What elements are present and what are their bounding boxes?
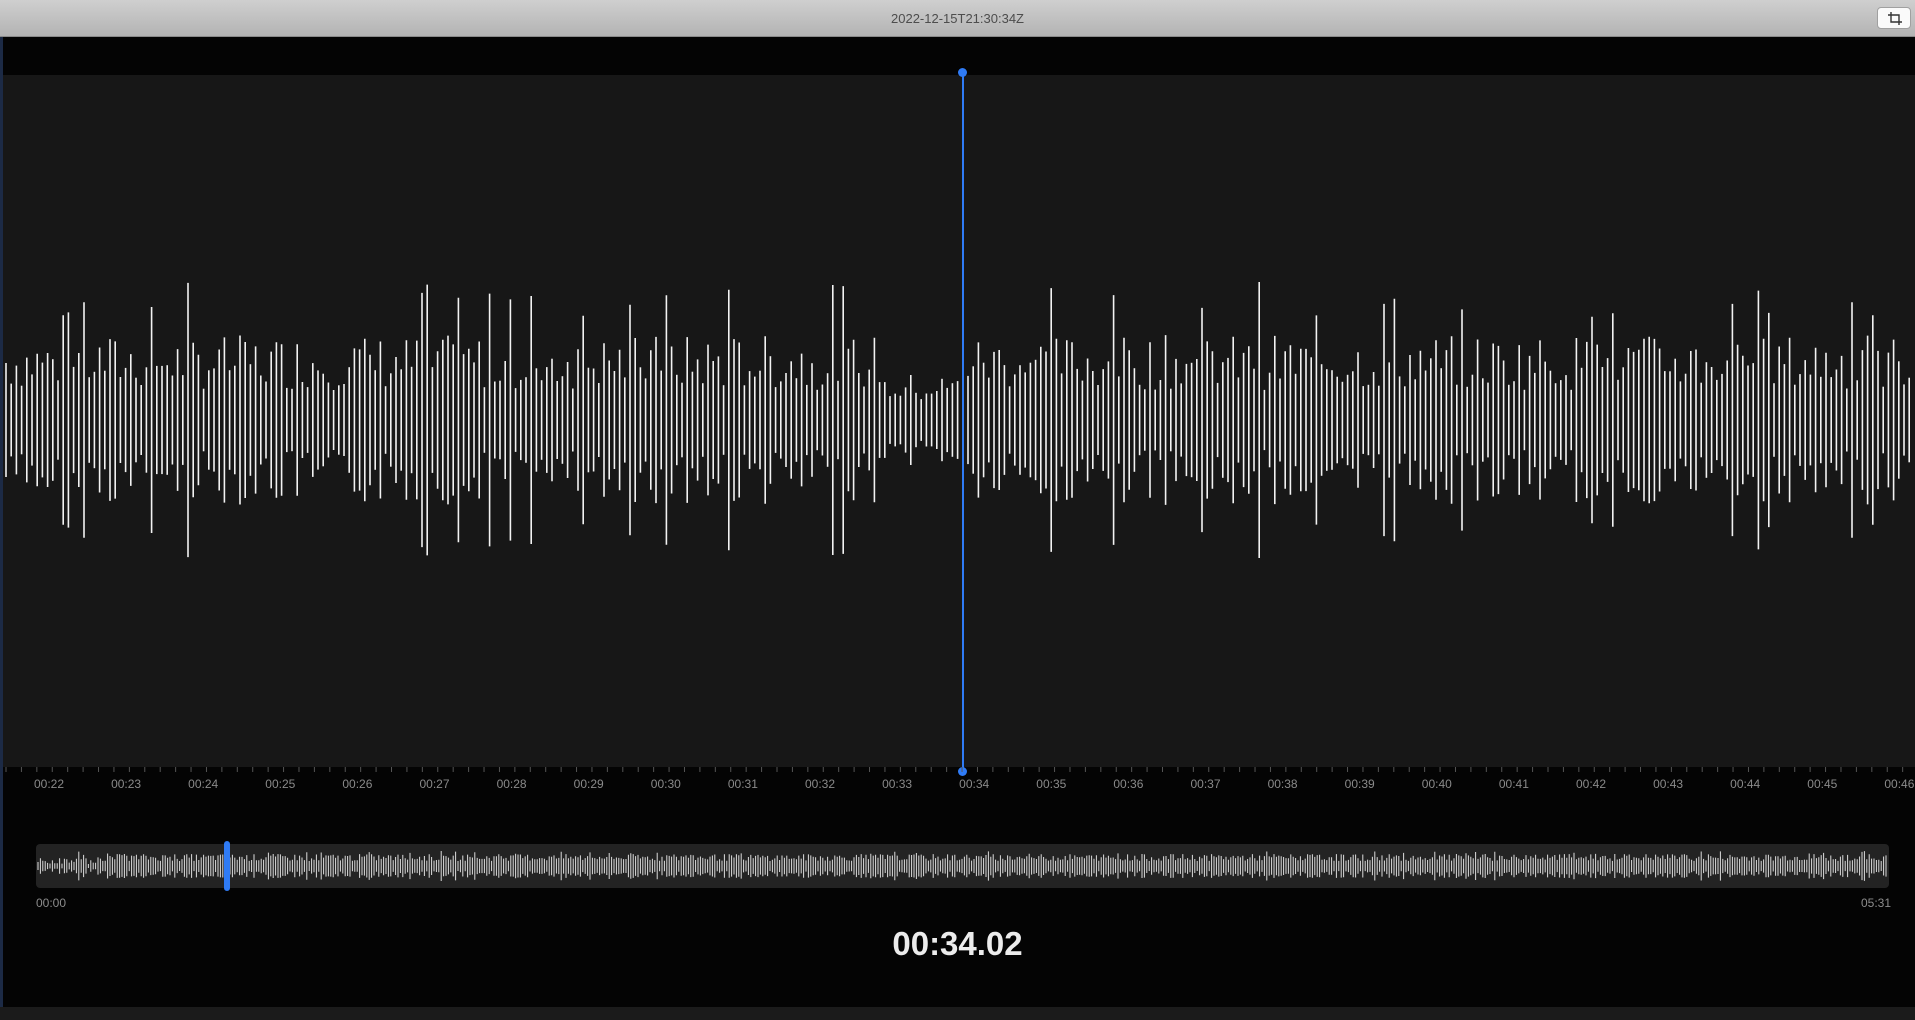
overview-waveform-graphic — [37, 851, 1887, 881]
ruler-tick-label: 00:44 — [1730, 777, 1761, 791]
ruler-tick-label: 00:36 — [1113, 777, 1144, 791]
ruler-tick-label: 00:45 — [1807, 777, 1838, 791]
ruler-tick-marks — [5, 767, 1904, 772]
ruler-tick-label: 00:37 — [1190, 777, 1221, 791]
overview-start-time: 00:00 — [36, 896, 67, 910]
ruler-tick-label: 00:31 — [727, 777, 758, 791]
ruler-tick-label: 00:27 — [419, 777, 450, 791]
ruler-tick-label: 00:28 — [496, 777, 527, 791]
ruler-tick-label: 00:33 — [882, 777, 913, 791]
overview-waveform[interactable] — [36, 844, 1889, 888]
ruler-tick-label: 00:35 — [1036, 777, 1067, 791]
ruler-tick-label: 00:34 — [959, 777, 990, 791]
time-ruler[interactable]: 00:22 00:23 00:24 00:25 00:26 00:27 00:28 00:29… — [3, 767, 1915, 797]
overview-end-time: 05:31 — [1860, 896, 1891, 910]
ruler-tick-label: 00:24 — [188, 777, 219, 791]
ruler-tick-label: 00:23 — [111, 777, 142, 791]
ruler-tick-label: 00:41 — [1498, 777, 1529, 791]
ruler-tick-label: 00:38 — [1267, 777, 1298, 791]
playhead-top-handle[interactable] — [958, 68, 967, 77]
ruler-tick-label: 00:26 — [342, 777, 373, 791]
ruler-tick-label: 00:39 — [1344, 777, 1375, 791]
bottom-strip — [0, 1007, 1915, 1020]
ruler-tick-label: 00:32 — [804, 777, 836, 791]
current-time: 00:34.02 — [892, 925, 1023, 962]
ruler-tick-label: 00:30 — [650, 777, 681, 791]
ruler-tick-label: 00:40 — [1421, 777, 1452, 791]
ruler-tick-label: 00:29 — [573, 777, 604, 791]
ruler-tick-label: 00:43 — [1653, 777, 1684, 791]
ruler-tick-label: 00:25 — [265, 777, 296, 791]
ruler-tick-label: 00:42 — [1575, 777, 1607, 791]
ruler-tick-label: 00:22 — [33, 777, 65, 791]
overview-position-handle[interactable] — [224, 841, 230, 891]
playhead[interactable] — [962, 72, 964, 773]
ruler-tick-label: 00:46 — [1884, 777, 1915, 791]
